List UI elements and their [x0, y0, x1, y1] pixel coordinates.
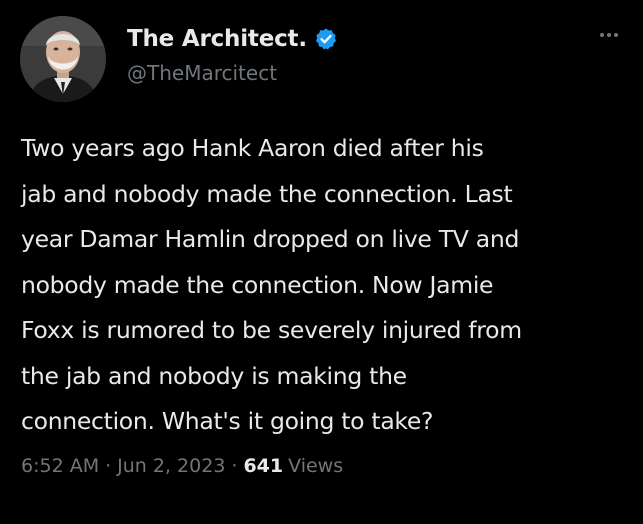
- tweet-text-line: connection. What's it going to take?: [21, 407, 434, 435]
- tweet-time[interactable]: 6:52 AM: [21, 455, 99, 477]
- more-dot: [607, 33, 611, 37]
- profile-photo-avatar: [20, 16, 106, 102]
- tweet-text-line: Two years ago Hank Aaron died after his: [21, 134, 484, 162]
- tweet-meta: 6:52 AM · Jun 2, 2023 · 641 Views: [21, 455, 343, 477]
- more-dot: [600, 33, 604, 37]
- meta-separator: ·: [231, 455, 238, 477]
- author-handle[interactable]: @TheMarcitect: [127, 61, 277, 85]
- views-count: 641: [243, 455, 284, 477]
- tweet-text: Two years ago Hank Aaron died after his …: [21, 126, 629, 445]
- more-options-icon[interactable]: [594, 25, 624, 45]
- author-name-row: The Architect.: [127, 26, 338, 52]
- tweet-date[interactable]: Jun 2, 2023: [117, 455, 225, 477]
- tweet-text-line: Foxx is rumored to be severely injured f…: [21, 316, 522, 344]
- tweet-card: The Architect. @TheMarcitect Two years a…: [0, 0, 643, 524]
- avatar[interactable]: [20, 16, 106, 102]
- views-label: Views: [288, 455, 344, 477]
- tweet-text-line: year Damar Hamlin dropped on live TV and: [21, 225, 520, 253]
- tweet-text-line: nobody made the connection. Now Jamie: [21, 270, 494, 299]
- tweet-text-line: the jab and nobody is making the: [21, 361, 407, 390]
- verified-check-icon[interactable]: [314, 27, 338, 51]
- more-dot: [614, 33, 618, 37]
- tweet-text-line: jab and nobody made the connection. Last: [21, 179, 513, 208]
- meta-separator: ·: [105, 455, 112, 477]
- author-display-name[interactable]: The Architect.: [127, 26, 307, 52]
